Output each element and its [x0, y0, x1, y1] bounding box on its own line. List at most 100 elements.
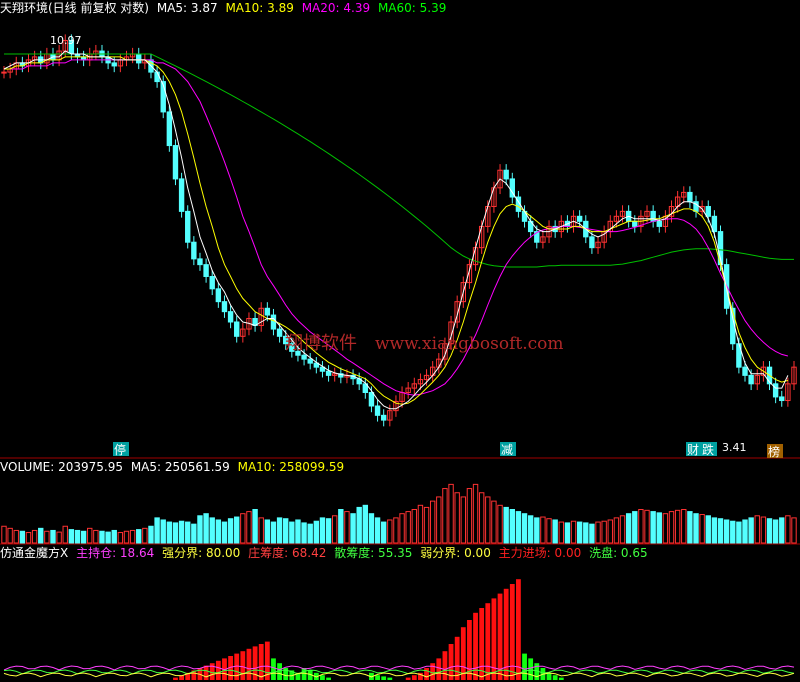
indicator-red-bar — [497, 593, 503, 680]
volume-bar — [123, 530, 130, 544]
volume-bar — [87, 527, 93, 544]
indicator-green-bar — [522, 653, 527, 680]
indicator-green-bar — [552, 675, 558, 680]
volume-bar — [7, 527, 13, 544]
low-label: 3.41 — [722, 441, 747, 454]
marker-fall[interactable]: 跌 — [702, 442, 714, 457]
volume-bar — [576, 521, 583, 544]
ma5-line — [3, 50, 789, 410]
candle-body — [705, 206, 711, 217]
candle-body — [136, 53, 142, 64]
volume-bars — [1, 483, 797, 544]
candle-body — [307, 358, 313, 364]
marker-finance[interactable]: 财 — [687, 443, 699, 457]
volume-bar — [178, 520, 185, 544]
volume-bar — [619, 515, 626, 544]
candle-body — [215, 288, 222, 303]
volume-bar — [436, 496, 442, 544]
volume-bar — [166, 521, 173, 544]
indicator-red-bar — [479, 608, 485, 680]
ma-lines — [3, 50, 794, 410]
candle-body — [264, 307, 271, 316]
volume-bar — [50, 529, 56, 544]
indicator-red-bar — [246, 648, 252, 680]
indicator-green-bar — [320, 675, 325, 680]
indicator-red-bar — [215, 660, 221, 680]
candle-body — [178, 178, 185, 212]
candle-body — [203, 264, 209, 277]
volume-bar — [185, 521, 191, 544]
volume-bar — [497, 504, 503, 544]
indicator-red-bar — [454, 636, 460, 680]
stock-chart[interactable]: 翔博软件 www.xiangbosoft.com 10.97 3.41 停 减 … — [0, 0, 800, 682]
volume-bar — [160, 519, 166, 544]
indicator-red-bar — [240, 651, 246, 680]
volume-bar — [589, 523, 595, 544]
volume-bar — [699, 514, 705, 544]
indicator-red-bar — [448, 644, 454, 680]
volume-bar — [111, 529, 117, 544]
volume-bar — [515, 511, 522, 544]
volume-bar — [503, 506, 509, 544]
volume-bar — [650, 511, 656, 544]
candle-body — [779, 396, 785, 402]
candle-body — [270, 314, 277, 330]
volume-bar — [723, 519, 730, 544]
indicator-red-bar — [485, 603, 491, 680]
candle-body — [166, 111, 173, 147]
volume-bar — [583, 522, 589, 544]
volume-bar — [129, 529, 136, 544]
volume-bar — [717, 518, 724, 544]
volume-bar — [203, 513, 209, 544]
volume-bar — [172, 522, 179, 544]
indicator-green-bar — [326, 677, 331, 680]
indicator-red-bar — [424, 668, 429, 680]
volume-bar — [295, 519, 301, 544]
volume-bar — [313, 520, 320, 544]
volume-bar — [748, 517, 754, 544]
volume-bar — [454, 492, 460, 544]
marker-stop[interactable]: 停 — [114, 442, 126, 457]
volume-bar — [687, 511, 693, 544]
volume-bar — [93, 529, 99, 544]
volume-bar — [301, 522, 307, 544]
candle-body — [589, 236, 595, 249]
volume-bar — [80, 530, 87, 544]
volume-bar — [742, 519, 748, 544]
volume-bar — [760, 516, 767, 544]
indicator-green-bar — [375, 675, 380, 680]
volume-bar — [527, 515, 534, 544]
volume-bar — [552, 519, 558, 544]
indicator-green-bar — [387, 677, 393, 680]
indicator-green-bar — [271, 658, 276, 680]
volume-bar — [411, 509, 418, 544]
marker-list[interactable]: 榜 — [768, 444, 780, 459]
indicator-red-bar — [258, 644, 264, 680]
volume-bar — [491, 500, 497, 544]
volume-bar — [136, 529, 142, 544]
volume-bar — [754, 515, 760, 544]
volume-bar — [240, 513, 246, 544]
volume-bar — [601, 520, 607, 544]
candle-body — [380, 414, 387, 421]
volume-bar — [356, 506, 362, 544]
volume-bar — [117, 532, 124, 544]
volume-bar — [374, 517, 381, 544]
indicator-red-bar — [203, 665, 209, 680]
volume-bar — [399, 513, 405, 544]
candles — [1, 34, 797, 427]
volume-bar — [423, 506, 430, 544]
marker-reduce[interactable]: 减 — [501, 443, 513, 457]
volume-bar — [466, 488, 473, 544]
volume-bar — [362, 504, 369, 544]
volume-bar — [730, 520, 736, 544]
indicator-red-bar — [442, 651, 448, 680]
volume-bar — [417, 504, 424, 544]
indicator-green-bar — [528, 658, 534, 680]
volume-bar — [546, 518, 552, 544]
volume-bar — [448, 483, 454, 544]
volume-bar — [644, 509, 650, 544]
volume-bar — [674, 509, 681, 544]
volume-bar — [509, 509, 515, 544]
volume-bar — [74, 529, 81, 544]
